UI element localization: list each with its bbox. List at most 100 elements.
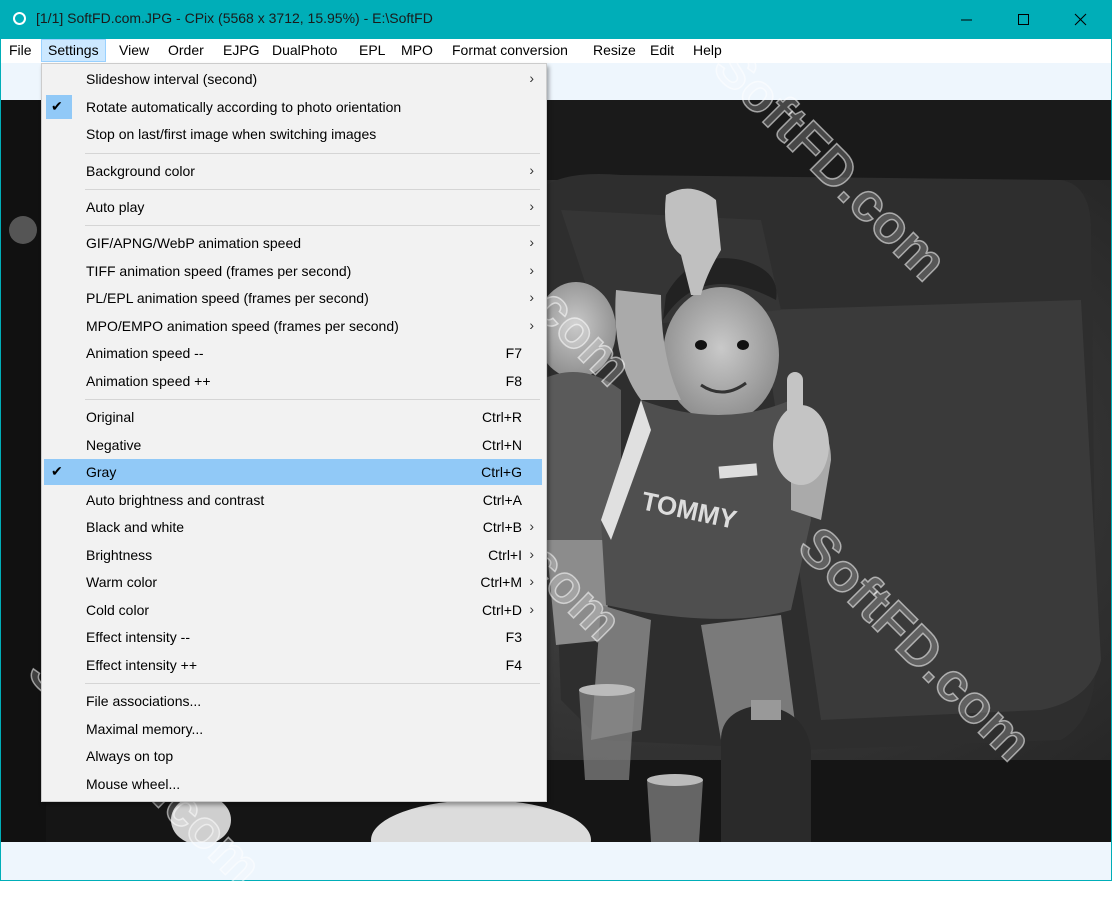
menu-item-brightness[interactable]: Brightness Ctrl+I › [44, 542, 542, 568]
chevron-right-icon: › [529, 518, 534, 534]
menu-separator [85, 189, 540, 190]
status-strip [1, 842, 1111, 880]
app-icon[interactable] [13, 12, 26, 25]
menu-item-label: Maximal memory... [86, 721, 204, 737]
menu-item-label: Animation speed ++ [86, 373, 211, 389]
menu-item-label: Cold color [86, 602, 150, 618]
menu-resize[interactable]: Resize [593, 39, 636, 62]
menu-item-auto-brightness[interactable]: Auto brightness and contrast Ctrl+A [44, 487, 542, 513]
settings-menu: Slideshow interval (second) › ✔ Rotate a… [41, 63, 547, 802]
chevron-right-icon: › [529, 289, 534, 305]
menu-item-label: Rotate automatically according to photo … [86, 99, 402, 115]
minimize-button[interactable] [944, 0, 990, 39]
menu-item-label: Mouse wheel... [86, 776, 181, 792]
menu-item-label: Original [86, 409, 135, 425]
menu-item-black-and-white[interactable]: Black and white Ctrl+B › [44, 514, 542, 540]
chevron-right-icon: › [529, 162, 534, 178]
chevron-right-icon: › [529, 546, 534, 562]
checkmark-icon: ✔ [51, 463, 63, 479]
menu-item-label: TIFF animation speed (frames per second) [86, 263, 352, 279]
menu-item-label: Background color [86, 163, 195, 179]
chevron-right-icon: › [529, 601, 534, 617]
menu-item-mouse-wheel[interactable]: Mouse wheel... [44, 771, 542, 797]
menu-item-slideshow-interval[interactable]: Slideshow interval (second) › [44, 66, 542, 92]
menu-item-label: MPO/EMPO animation speed (frames per sec… [86, 318, 399, 334]
menu-item-gray[interactable]: ✔ Gray Ctrl+G [44, 459, 542, 485]
menu-separator [85, 683, 540, 684]
menu-item-effect-intensity-down[interactable]: Effect intensity -- F3 [44, 624, 542, 650]
menu-edit[interactable]: Edit [650, 39, 674, 62]
menu-item-tiff-animation-speed[interactable]: TIFF animation speed (frames per second)… [44, 258, 542, 284]
menu-separator [85, 225, 540, 226]
menu-item-background-color[interactable]: Background color › [44, 158, 542, 184]
menu-item-original[interactable]: Original Ctrl+R [44, 404, 542, 430]
menu-item-file-associations[interactable]: File associations... [44, 688, 542, 714]
menu-item-animation-speed-down[interactable]: Animation speed -- F7 [44, 340, 542, 366]
menu-item-label: Stop on last/first image when switching … [86, 126, 377, 142]
menu-mpo[interactable]: MPO [401, 39, 433, 62]
menu-item-label: File associations... [86, 693, 202, 709]
checkmark-icon: ✔ [51, 98, 63, 114]
menu-item-shortcut: Ctrl+A [482, 492, 522, 508]
menu-item-shortcut: F4 [505, 657, 522, 673]
menu-item-shortcut: Ctrl+R [481, 409, 522, 425]
menu-item-mpo-animation-speed[interactable]: MPO/EMPO animation speed (frames per sec… [44, 313, 542, 339]
minimize-icon [961, 19, 972, 21]
menu-dualphoto[interactable]: DualPhoto [272, 39, 337, 62]
menu-item-shortcut: Ctrl+I [488, 547, 522, 563]
menu-item-label: Slideshow interval (second) [86, 71, 258, 87]
menu-item-rotate-automatically[interactable]: ✔ Rotate automatically according to phot… [44, 94, 542, 120]
menu-item-shortcut: Ctrl+B [482, 519, 522, 535]
menu-item-shortcut: F7 [505, 345, 522, 361]
menu-item-negative[interactable]: Negative Ctrl+N [44, 432, 542, 458]
menu-item-label: Warm color [86, 574, 158, 590]
menu-item-auto-play[interactable]: Auto play › [44, 194, 542, 220]
menu-item-label: Effect intensity ++ [86, 657, 198, 673]
menu-item-shortcut: Ctrl+M [480, 574, 522, 590]
maximize-icon [1018, 14, 1029, 25]
menu-item-label: GIF/APNG/WebP animation speed [86, 235, 302, 251]
menu-item-label: Brightness [86, 547, 153, 563]
window-title: [1/1] SoftFD.com.JPG - CPix (5568 x 3712… [36, 10, 433, 26]
menu-item-animation-speed-up[interactable]: Animation speed ++ F8 [44, 368, 542, 394]
chevron-right-icon: › [529, 234, 534, 250]
menu-file[interactable]: File [9, 39, 32, 62]
menu-item-shortcut: Ctrl+N [481, 437, 522, 453]
close-icon [1074, 13, 1087, 26]
menu-item-label: Auto play [86, 199, 145, 215]
menu-separator [85, 399, 540, 400]
menu-epl[interactable]: EPL [359, 39, 385, 62]
menu-item-label: Effect intensity -- [86, 629, 191, 645]
menu-order[interactable]: Order [168, 39, 204, 62]
menu-format-conversion[interactable]: Format conversion [452, 39, 568, 62]
menu-ejpg[interactable]: EJPG [223, 39, 260, 62]
menu-item-maximal-memory[interactable]: Maximal memory... [44, 716, 542, 742]
menu-view[interactable]: View [119, 39, 149, 62]
maximize-button[interactable] [1001, 0, 1047, 39]
chevron-right-icon: › [529, 317, 534, 333]
menu-item-stop-on-last-first[interactable]: Stop on last/first image when switching … [44, 121, 542, 147]
menu-item-always-on-top[interactable]: Always on top [44, 743, 542, 769]
close-button[interactable] [1058, 0, 1104, 39]
menu-item-label: Negative [86, 437, 142, 453]
menu-item-label: PL/EPL animation speed (frames per secon… [86, 290, 369, 306]
menu-item-effect-intensity-up[interactable]: Effect intensity ++ F4 [44, 652, 542, 678]
chevron-right-icon: › [529, 573, 534, 589]
menu-item-label: Gray [86, 464, 117, 480]
menu-item-shortcut: Ctrl+D [481, 602, 522, 618]
menu-item-warm-color[interactable]: Warm color Ctrl+M › [44, 569, 542, 595]
menu-item-label: Black and white [86, 519, 185, 535]
menu-separator [85, 153, 540, 154]
menu-help[interactable]: Help [693, 39, 722, 62]
chevron-right-icon: › [529, 262, 534, 278]
menu-item-gif-animation-speed[interactable]: GIF/APNG/WebP animation speed › [44, 230, 542, 256]
chevron-right-icon: › [529, 70, 534, 86]
menu-item-shortcut: Ctrl+G [481, 464, 522, 480]
menu-item-shortcut: F8 [505, 373, 522, 389]
menu-item-cold-color[interactable]: Cold color Ctrl+D › [44, 597, 542, 623]
menu-item-label: Animation speed -- [86, 345, 204, 361]
menu-item-pl-animation-speed[interactable]: PL/EPL animation speed (frames per secon… [44, 285, 542, 311]
title-bar[interactable]: [1/1] SoftFD.com.JPG - CPix (5568 x 3712… [0, 0, 1112, 39]
menu-settings[interactable]: Settings [41, 39, 106, 62]
chevron-right-icon: › [529, 198, 534, 214]
